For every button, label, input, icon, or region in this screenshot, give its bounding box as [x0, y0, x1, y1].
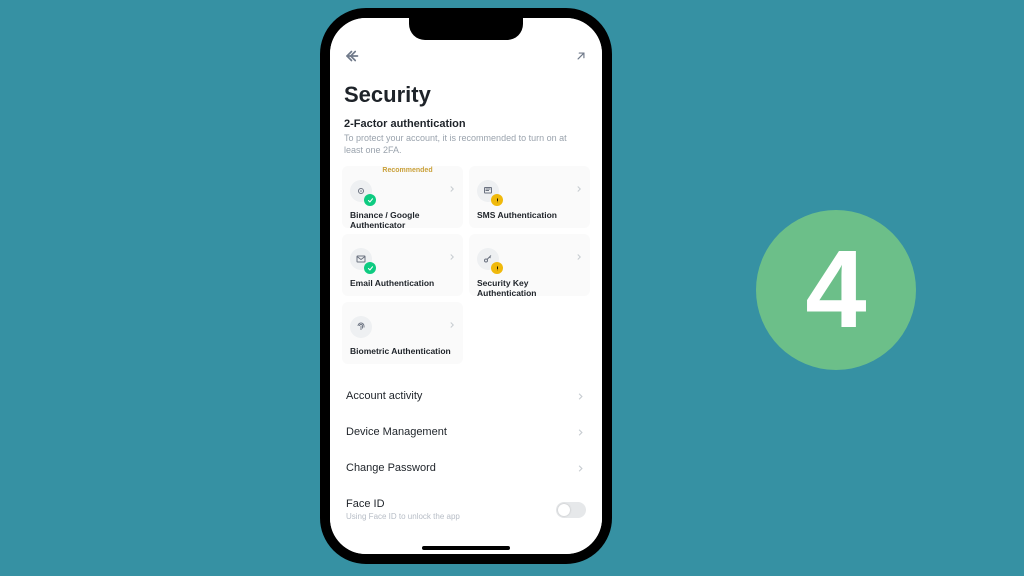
phone-mockup: Security 2-Factor authentication To prot…	[320, 8, 612, 564]
twofa-tile-security-key[interactable]: Security Key Authentication	[469, 234, 590, 296]
step-number: 4	[805, 235, 866, 345]
step-badge: 4	[756, 210, 916, 370]
chevron-right-icon	[575, 391, 586, 402]
recommended-tag: Recommended	[382, 167, 432, 174]
chevron-right-icon	[574, 252, 584, 262]
row-label: Device Management	[346, 426, 447, 438]
section-heading: 2-Factor authentication	[344, 118, 588, 130]
chevron-right-icon	[575, 463, 586, 474]
row-face-id[interactable]: Face ID Using Face ID to unlock the app	[344, 486, 588, 525]
fingerprint-icon	[350, 316, 372, 338]
tile-label: Binance / Google Authenticator	[350, 210, 455, 230]
face-id-toggle[interactable]	[556, 502, 586, 518]
phone-speaker-bar	[446, 10, 486, 16]
tile-icon-wrap	[350, 248, 372, 270]
status-warn-icon	[491, 262, 503, 274]
row-sublabel: Using Face ID to unlock the app	[346, 512, 460, 521]
tile-label: SMS Authentication	[477, 210, 582, 220]
header-bar	[344, 44, 588, 68]
tile-icon-wrap	[477, 180, 499, 202]
page-title: Security	[344, 82, 588, 108]
twofa-tile-authenticator[interactable]: Recommended Binance / Google Authenticat…	[342, 166, 463, 228]
row-device-management[interactable]: Device Management	[344, 414, 588, 450]
chevron-right-icon	[447, 184, 457, 194]
tile-icon-wrap	[350, 180, 372, 202]
twofa-tile-grid: Recommended Binance / Google Authenticat…	[342, 166, 590, 364]
chevron-right-icon	[447, 252, 457, 262]
chevron-right-icon	[575, 427, 586, 438]
back-icon[interactable]	[344, 47, 362, 65]
section-subheading: To protect your account, it is recommend…	[344, 132, 588, 156]
status-ok-icon	[364, 194, 376, 206]
app-screen: Security 2-Factor authentication To prot…	[330, 18, 602, 554]
chevron-right-icon	[447, 320, 457, 330]
row-change-password[interactable]: Change Password	[344, 450, 588, 486]
tile-icon-wrap	[477, 248, 499, 270]
header-action-icon[interactable]	[574, 49, 588, 63]
twofa-tile-biometric[interactable]: Biometric Authentication	[342, 302, 463, 364]
twofa-tile-sms[interactable]: SMS Authentication	[469, 166, 590, 228]
tile-label: Email Authentication	[350, 278, 455, 288]
settings-list: Account activity Device Management Chang…	[344, 378, 588, 525]
row-label: Change Password	[346, 462, 436, 474]
tile-label: Security Key Authentication	[477, 278, 582, 298]
tile-icon-wrap	[350, 316, 372, 338]
tile-label: Biometric Authentication	[350, 346, 455, 356]
row-label: Face ID	[346, 498, 460, 510]
row-account-activity[interactable]: Account activity	[344, 378, 588, 414]
chevron-right-icon	[574, 184, 584, 194]
twofa-tile-email[interactable]: Email Authentication	[342, 234, 463, 296]
status-ok-icon	[364, 262, 376, 274]
row-label: Account activity	[346, 390, 422, 402]
status-warn-icon	[491, 194, 503, 206]
